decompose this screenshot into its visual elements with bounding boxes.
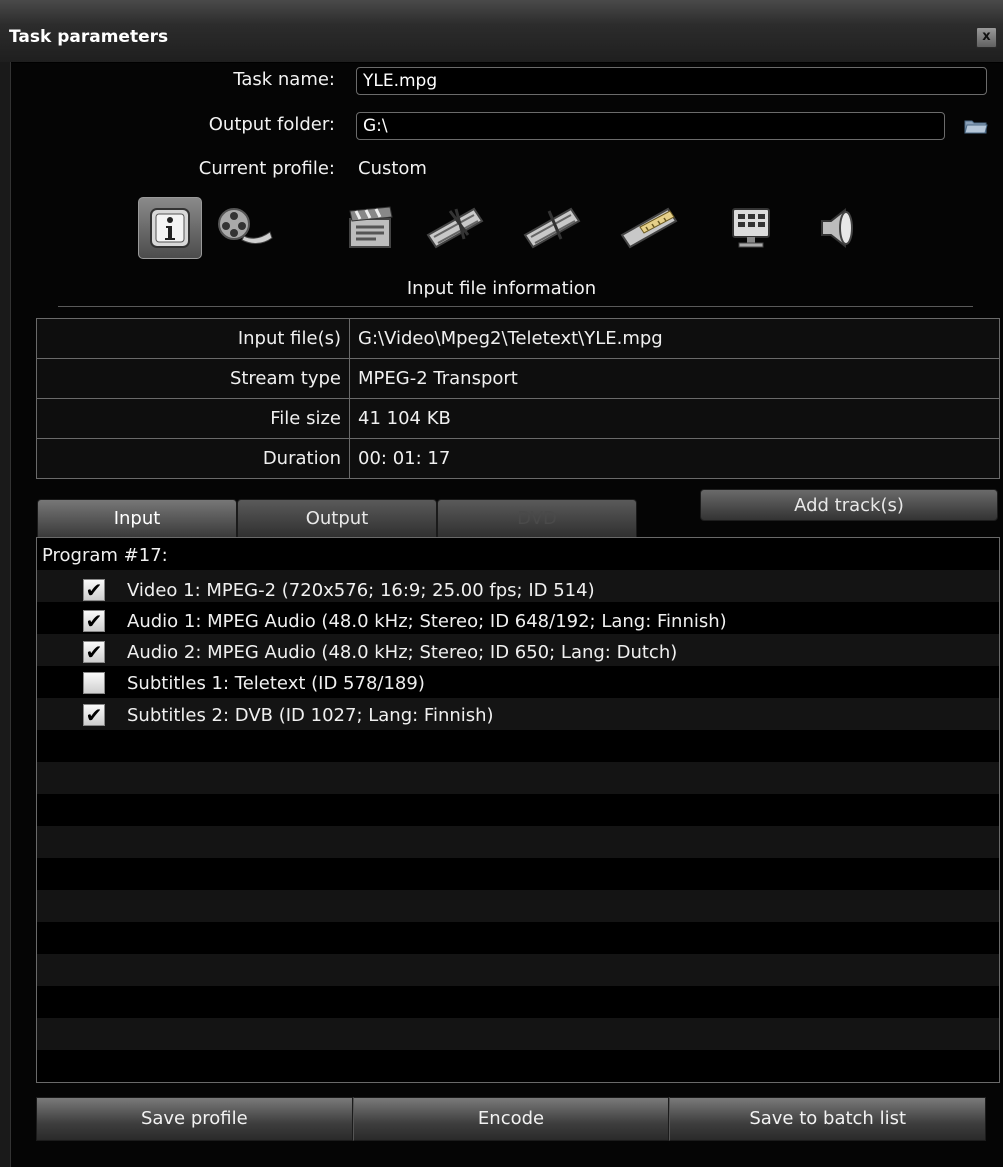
track-label: Audio 1: MPEG Audio (48.0 kHz; Stereo; I…	[127, 610, 727, 632]
film-cut-icon[interactable]	[424, 197, 488, 259]
info-key: Stream type	[36, 358, 350, 399]
output-folder-label: Output folder:	[208, 114, 335, 135]
speaker-icon[interactable]	[806, 197, 870, 259]
track-list[interactable]: Program #17: ✔ Video 1: MPEG-2 (720x576;…	[36, 537, 1000, 1083]
check-mark-icon: ✔	[85, 640, 103, 664]
check-mark-icon: ✔	[85, 578, 103, 602]
list-item[interactable]: Subtitles 1: Teletext (ID 578/189)	[83, 669, 425, 697]
title-bar: Task parameters x	[0, 0, 1003, 63]
track-label: Audio 2: MPEG Audio (48.0 kHz; Stereo; I…	[127, 641, 678, 663]
list-item[interactable]: ✔ Video 1: MPEG-2 (720x576; 16:9; 25.00 …	[83, 576, 595, 604]
output-folder-input[interactable]	[356, 112, 945, 140]
table-row: Duration 00: 01: 17	[36, 438, 1000, 479]
list-item[interactable]: ✔ Audio 1: MPEG Audio (48.0 kHz; Stereo;…	[83, 607, 727, 635]
info-icon[interactable]	[138, 197, 202, 259]
track-checkbox[interactable]: ✔	[83, 579, 105, 601]
close-button[interactable]: x	[976, 27, 997, 48]
info-value: MPEG-2 Transport	[349, 358, 1000, 399]
list-item[interactable]: ✔ Audio 2: MPEG Audio (48.0 kHz; Stereo;…	[83, 638, 677, 666]
track-label: Subtitles 1: Teletext (ID 578/189)	[127, 672, 425, 694]
table-row: File size 41 104 KB	[36, 398, 1000, 439]
window-title: Task parameters	[9, 27, 169, 47]
check-mark-icon: ✔	[85, 703, 103, 727]
program-label: Program #17:	[42, 545, 168, 566]
task-parameters-window: Task parameters x Task name: Output fold…	[0, 0, 1003, 1167]
left-frame-border	[0, 62, 11, 1167]
track-checkbox[interactable]	[83, 672, 105, 694]
film-clapper-icon[interactable]	[340, 197, 404, 259]
input-info-table: Input file(s) G:\Video\Mpeg2\Teletext\YL…	[36, 318, 1000, 479]
encode-button[interactable]: Encode	[352, 1097, 670, 1141]
list-item[interactable]: ✔ Subtitles 2: DVB (ID 1027; Lang: Finni…	[83, 701, 494, 729]
track-checkbox[interactable]: ✔	[83, 610, 105, 632]
folder-browse-icon[interactable]	[964, 118, 988, 134]
info-key: Duration	[36, 438, 350, 479]
tab-dvd: DVD	[437, 499, 637, 537]
save-profile-button[interactable]: Save profile	[36, 1097, 353, 1141]
film-ruler-icon[interactable]	[618, 197, 682, 259]
film-reel-icon[interactable]	[212, 197, 276, 259]
section-caption: Input file information	[406, 278, 597, 299]
track-label: Subtitles 2: DVB (ID 1027; Lang: Finnish…	[127, 704, 494, 726]
bottom-button-bar: Save profile Encode Save to batch list	[36, 1097, 987, 1141]
track-checkbox[interactable]: ✔	[83, 641, 105, 663]
task-name-label: Task name:	[233, 69, 335, 90]
info-value: G:\Video\Mpeg2\Teletext\YLE.mpg	[349, 318, 1000, 359]
track-checkbox[interactable]: ✔	[83, 704, 105, 726]
save-to-batch-list-button[interactable]: Save to batch list	[669, 1097, 987, 1141]
current-profile-label: Current profile:	[198, 158, 335, 179]
close-icon: x	[982, 29, 991, 44]
section-divider	[58, 306, 973, 307]
info-key: File size	[36, 398, 350, 439]
info-value: 41 104 KB	[349, 398, 1000, 439]
monitor-icon[interactable]	[719, 197, 783, 259]
task-name-input[interactable]	[356, 67, 987, 95]
info-value: 00: 01: 17	[349, 438, 1000, 479]
film-cut-icon[interactable]	[521, 197, 585, 259]
tab-input[interactable]: Input	[37, 499, 237, 537]
track-label: Video 1: MPEG-2 (720x576; 16:9; 25.00 fp…	[127, 579, 595, 601]
current-profile-value: Custom	[358, 158, 427, 179]
table-row: Stream type MPEG-2 Transport	[36, 358, 1000, 399]
info-key: Input file(s)	[36, 318, 350, 359]
table-row: Input file(s) G:\Video\Mpeg2\Teletext\YL…	[36, 318, 1000, 359]
check-mark-icon: ✔	[85, 609, 103, 633]
tab-output[interactable]: Output	[237, 499, 437, 537]
add-tracks-button[interactable]: Add track(s)	[700, 489, 998, 521]
